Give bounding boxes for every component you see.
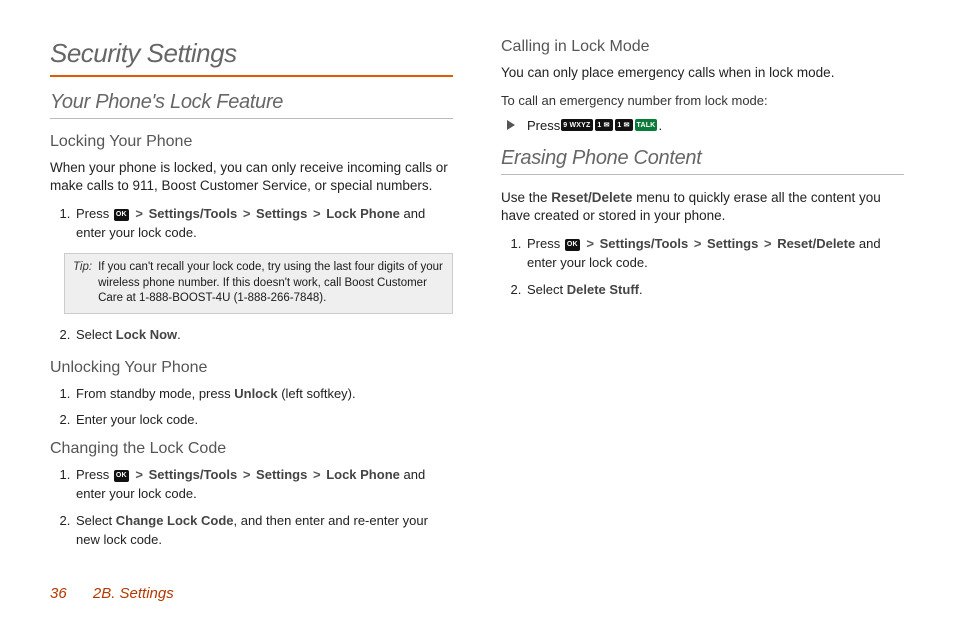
changing-code-heading: Changing the Lock Code (50, 440, 453, 458)
unlocking-heading: Unlocking Your Phone (50, 359, 453, 377)
key-1: 1 ✉ (615, 119, 633, 131)
page-title: Security Settings (50, 38, 453, 69)
unlocking-step-1: From standby mode, press Unlock (left so… (74, 385, 453, 404)
divider (501, 174, 904, 175)
nav-delete-stuff: Delete Stuff (567, 282, 639, 297)
changing-steps: Press OK > Settings/Tools > Settings > L… (74, 466, 453, 549)
lock-feature-heading: Your Phone's Lock Feature (50, 91, 453, 114)
locking-step-1: Press OK > Settings/Tools > Settings > L… (74, 205, 453, 243)
text: Use the (501, 190, 551, 205)
unlocking-steps: From standby mode, press Unlock (left so… (74, 385, 453, 431)
nav-lock-phone: Lock Phone (326, 206, 400, 221)
text: Press (76, 467, 113, 482)
tip-label: Tip: (73, 260, 92, 307)
page-footer: 36 2B. Settings (50, 585, 174, 602)
text: Select (76, 327, 116, 342)
locking-step-2: Select Lock Now. (74, 326, 453, 345)
unlocking-step-2: Enter your lock code. (74, 411, 453, 430)
changing-step-1: Press OK > Settings/Tools > Settings > L… (74, 466, 453, 504)
chevron-right-icon: > (311, 206, 323, 221)
erasing-step-1: Press OK > Settings/Tools > Settings > R… (525, 235, 904, 273)
tip-callout: Tip: If you can't recall your lock code,… (64, 253, 453, 314)
nav-reset-delete: Reset/Delete (551, 190, 632, 205)
nav-settings: Settings (256, 206, 307, 221)
chevron-right-icon: > (584, 236, 596, 251)
ok-key-icon: OK (114, 209, 129, 221)
softkey-unlock: Unlock (234, 386, 277, 401)
ok-key-icon: OK (565, 239, 580, 251)
chevron-right-icon: > (762, 236, 774, 251)
emergency-dial-row: Press 9 WXYZ 1 ✉ 1 ✉ TALK . (507, 118, 904, 133)
text: Press (527, 118, 560, 133)
text: . (658, 118, 662, 133)
locking-phone-heading: Locking Your Phone (50, 133, 453, 151)
erasing-heading: Erasing Phone Content (501, 147, 904, 170)
nav-settings: Settings (256, 467, 307, 482)
locking-steps-cont: Select Lock Now. (74, 326, 453, 345)
text: Press (527, 236, 564, 251)
chevron-right-icon: > (133, 467, 145, 482)
nav-settings-tools: Settings/Tools (149, 467, 238, 482)
nav-settings: Settings (707, 236, 758, 251)
text: . (639, 282, 643, 297)
text: Press (76, 206, 113, 221)
divider (50, 118, 453, 119)
calling-lock-desc: You can only place emergency calls when … (501, 64, 904, 82)
key-1: 1 ✉ (595, 119, 613, 131)
nav-lock-phone: Lock Phone (326, 467, 400, 482)
changing-step-2: Select Change Lock Code, and then enter … (74, 512, 453, 550)
manual-page: Security Settings Your Phone's Lock Feat… (0, 0, 954, 636)
chevron-right-icon: > (692, 236, 704, 251)
locking-steps: Press OK > Settings/Tools > Settings > L… (74, 205, 453, 243)
text: (left softkey). (281, 386, 355, 401)
chevron-right-icon: > (311, 467, 323, 482)
locking-phone-desc: When your phone is locked, you can only … (50, 159, 453, 195)
chevron-right-icon: > (241, 206, 253, 221)
page-number: 36 (50, 585, 67, 602)
text: From standby mode, press (76, 386, 234, 401)
key-talk: TALK (635, 119, 658, 131)
nav-change-lock-code: Change Lock Code (116, 513, 234, 528)
tip-text: If you can't recall your lock code, try … (98, 260, 444, 307)
triangle-bullet-icon (507, 120, 515, 130)
text: . (177, 327, 181, 342)
ok-key-icon: OK (114, 470, 129, 482)
section-label: 2B. Settings (93, 585, 174, 602)
chevron-right-icon: > (241, 467, 253, 482)
erasing-step-2: Select Delete Stuff. (525, 281, 904, 300)
text: Select (76, 513, 116, 528)
chevron-right-icon: > (133, 206, 145, 221)
accent-rule (50, 75, 453, 77)
nav-settings-tools: Settings/Tools (600, 236, 689, 251)
nav-lock-now: Lock Now (116, 327, 177, 342)
nav-settings-tools: Settings/Tools (149, 206, 238, 221)
erasing-steps: Press OK > Settings/Tools > Settings > R… (525, 235, 904, 300)
calling-lock-heading: Calling in Lock Mode (501, 38, 904, 56)
erasing-intro: Use the Reset/Delete menu to quickly era… (501, 189, 904, 225)
key-9: 9 WXYZ (561, 119, 592, 131)
two-column-layout: Security Settings Your Phone's Lock Feat… (50, 38, 904, 558)
calling-lock-lead: To call an emergency number from lock mo… (501, 92, 904, 110)
nav-reset-delete: Reset/Delete (777, 236, 855, 251)
text: Select (527, 282, 567, 297)
